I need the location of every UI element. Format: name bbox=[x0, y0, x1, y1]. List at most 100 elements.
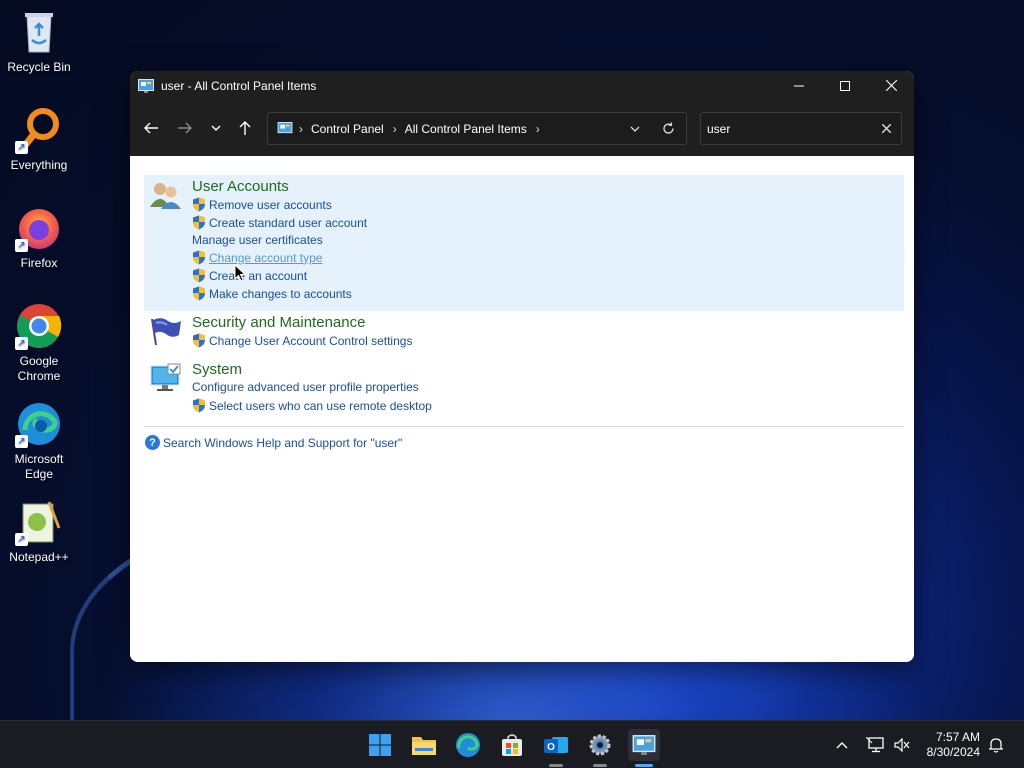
task-change-account-type[interactable]: Change account type bbox=[192, 250, 322, 265]
task-label: Change User Account Control settings bbox=[209, 333, 413, 348]
edge-icon bbox=[456, 733, 480, 757]
security-flag-icon bbox=[151, 318, 181, 346]
window-title: user - All Control Panel Items bbox=[161, 78, 317, 93]
results-pane: User Accounts Remove user accounts Creat… bbox=[130, 156, 914, 662]
search-input[interactable] bbox=[707, 121, 867, 136]
uac-shield-icon bbox=[193, 286, 205, 301]
bell-icon bbox=[989, 738, 1003, 753]
show-hidden-icons-button[interactable] bbox=[836, 721, 848, 768]
chevron-down-icon bbox=[211, 125, 221, 131]
task-manage-user-certificates[interactable]: Manage user certificates bbox=[192, 233, 323, 247]
maximize-button[interactable] bbox=[822, 71, 868, 100]
taskbar-control-panel[interactable] bbox=[628, 729, 660, 767]
arrow-up-icon bbox=[239, 121, 251, 135]
clock-time: 7:57 AM bbox=[935, 730, 980, 744]
desktop-icon-notepad-plus-plus[interactable]: ↗ Notepad++ bbox=[4, 498, 74, 565]
group-title[interactable]: System bbox=[192, 361, 242, 378]
taskbar-settings[interactable] bbox=[584, 729, 616, 767]
task-label: Manage user certificates bbox=[192, 233, 323, 247]
task-create-standard-user-account[interactable]: Create standard user account bbox=[192, 215, 367, 230]
task-remove-user-accounts[interactable]: Remove user accounts bbox=[192, 197, 332, 212]
address-dropdown-button[interactable] bbox=[620, 126, 650, 132]
task-change-uac-settings[interactable]: Change User Account Control settings bbox=[192, 333, 412, 348]
desktop-icon-recycle-bin[interactable]: Recycle Bin bbox=[4, 8, 74, 75]
desktop-icon-firefox[interactable]: ↗ Firefox bbox=[4, 204, 74, 271]
forward-button[interactable] bbox=[173, 116, 197, 140]
network-icon bbox=[866, 737, 884, 753]
notifications-button[interactable] bbox=[988, 721, 1004, 768]
clear-search-button[interactable] bbox=[881, 121, 892, 136]
chevron-right-icon: › bbox=[535, 121, 540, 136]
recent-locations-button[interactable] bbox=[204, 116, 228, 140]
search-box[interactable] bbox=[700, 112, 902, 145]
task-label: Create an account bbox=[209, 268, 308, 283]
speaker-muted-icon bbox=[894, 738, 910, 752]
breadcrumb-control-panel[interactable]: Control Panel bbox=[311, 122, 384, 136]
shortcut-arrow-icon: ↗ bbox=[15, 533, 28, 546]
clock[interactable]: 7:57 AM 8/30/2024 bbox=[927, 730, 980, 760]
back-button[interactable] bbox=[139, 116, 163, 140]
task-make-changes-to-accounts[interactable]: Make changes to accounts bbox=[192, 286, 352, 301]
volume-button[interactable] bbox=[894, 721, 910, 768]
task-label: Select users who can use remote desktop bbox=[209, 398, 432, 413]
shortcut-arrow-icon: ↗ bbox=[15, 141, 28, 154]
chevron-down-icon bbox=[630, 126, 640, 132]
taskbar-microsoft-store[interactable] bbox=[496, 729, 528, 761]
task-label: Remove user accounts bbox=[209, 197, 332, 212]
uac-shield-icon bbox=[193, 333, 205, 348]
uac-shield-icon bbox=[193, 250, 205, 265]
task-configure-advanced-user-profile[interactable]: Configure advanced user profile properti… bbox=[192, 380, 419, 394]
task-label: Configure advanced user profile properti… bbox=[192, 380, 419, 394]
store-icon bbox=[502, 734, 522, 756]
refresh-button[interactable] bbox=[650, 122, 686, 135]
desktop-icon-google-chrome[interactable]: ↗ Google Chrome bbox=[4, 302, 74, 384]
breadcrumb-all-control-panel-items[interactable]: All Control Panel Items bbox=[405, 122, 527, 136]
desktop-icon-label: Recycle Bin bbox=[7, 60, 71, 74]
desktop-icon-label: Everything bbox=[10, 158, 68, 172]
task-create-an-account[interactable]: Create an account bbox=[192, 268, 307, 283]
firefox-icon: ↗ bbox=[15, 204, 63, 252]
uac-shield-icon bbox=[193, 398, 205, 413]
minimize-button[interactable] bbox=[776, 71, 822, 100]
taskbar-outlook[interactable]: O bbox=[540, 729, 572, 767]
task-label: Change account type bbox=[209, 250, 323, 265]
title-bar[interactable]: user - All Control Panel Items bbox=[130, 71, 914, 100]
file-explorer-icon bbox=[412, 737, 436, 755]
minimize-icon bbox=[794, 85, 804, 86]
everything-search-icon: ↗ bbox=[15, 106, 63, 154]
uac-shield-icon bbox=[193, 215, 205, 230]
control-panel-window: user - All Control Panel Items › Control… bbox=[130, 71, 914, 662]
control-panel-icon bbox=[632, 735, 656, 755]
start-button[interactable] bbox=[364, 729, 396, 761]
result-group-system: System Configure advanced user profile p… bbox=[144, 358, 904, 414]
group-title[interactable]: Security and Maintenance bbox=[192, 314, 365, 331]
network-status-button[interactable] bbox=[866, 721, 886, 768]
close-icon bbox=[885, 80, 897, 91]
settings-icon bbox=[589, 734, 611, 756]
taskbar-edge[interactable] bbox=[452, 729, 484, 761]
svg-text:O: O bbox=[547, 742, 555, 753]
desktop-icon-label: Google Chrome bbox=[17, 354, 61, 383]
system-monitor-icon bbox=[150, 363, 181, 391]
desktop-icon-everything[interactable]: ↗ Everything bbox=[4, 106, 74, 173]
arrow-left-icon bbox=[144, 122, 158, 134]
chevron-right-icon: › bbox=[299, 121, 303, 136]
chevron-up-icon bbox=[836, 742, 848, 749]
desktop-icon-label: Notepad++ bbox=[9, 550, 69, 564]
chevron-right-icon: › bbox=[392, 121, 397, 136]
shortcut-arrow-icon: ↗ bbox=[15, 337, 28, 350]
address-bar[interactable]: › Control Panel › All Control Panel Item… bbox=[267, 112, 687, 145]
user-accounts-icon bbox=[150, 183, 181, 209]
taskbar-file-explorer[interactable] bbox=[408, 729, 440, 761]
outlook-icon: O bbox=[544, 737, 568, 753]
group-title[interactable]: User Accounts bbox=[192, 178, 289, 195]
maximize-icon bbox=[840, 80, 850, 91]
close-button[interactable] bbox=[868, 71, 914, 100]
help-search-link[interactable]: ? Search Windows Help and Support for "u… bbox=[145, 435, 402, 450]
desktop-icon-microsoft-edge[interactable]: ↗ Microsoft Edge bbox=[4, 400, 74, 482]
shortcut-arrow-icon: ↗ bbox=[15, 239, 28, 252]
up-button[interactable] bbox=[233, 116, 257, 140]
task-select-remote-desktop-users[interactable]: Select users who can use remote desktop bbox=[192, 398, 432, 413]
clock-date: 8/30/2024 bbox=[926, 745, 980, 759]
start-icon bbox=[369, 734, 391, 756]
